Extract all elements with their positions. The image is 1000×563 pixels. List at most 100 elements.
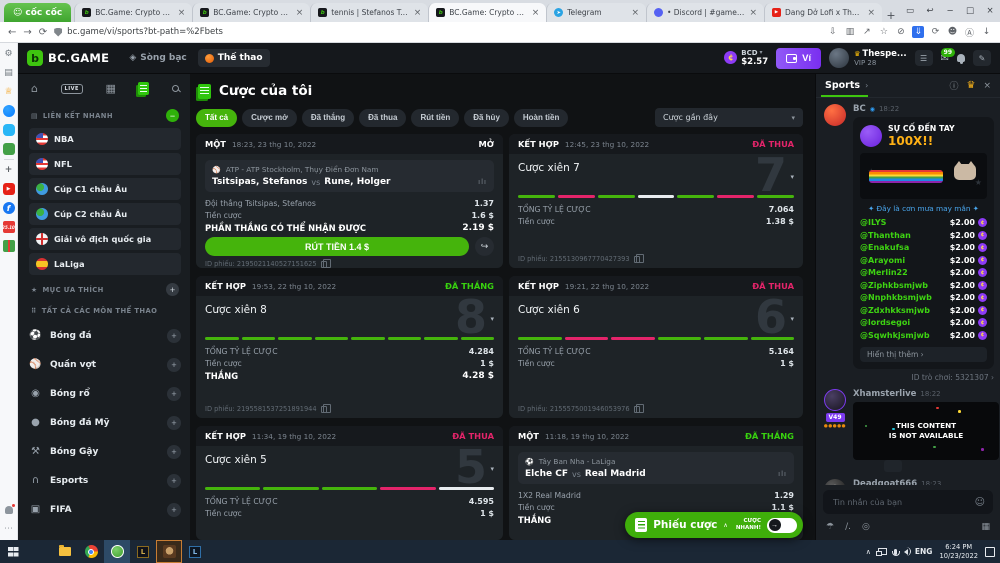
show-more-button[interactable]: Hiển thị thêm › [860,347,987,362]
nav-sports[interactable]: Thế thao [198,49,270,67]
combo-expander[interactable]: Cược xiên 8 ▾ [205,302,494,330]
winner-username[interactable]: @Sqwhkjsmjwb [860,331,930,340]
close-chat-icon[interactable]: × [983,81,991,91]
search-icon[interactable] [172,85,179,92]
bookmark-star-icon[interactable]: ☆ [878,27,889,37]
start-button[interactable] [0,540,26,563]
expand-sport-button[interactable]: + [167,329,181,343]
sort-dropdown[interactable]: Cược gần đây ▾ [655,108,803,127]
expand-sport-button[interactable]: + [167,416,181,430]
collapse-quick-links-button[interactable]: − [166,109,179,122]
combo-expander[interactable]: Cược xiên 6 ▾ [518,302,794,330]
match-panel[interactable]: ⚾ATP - ATP Stockholm, Thụy Điển Đơn Nam … [205,160,494,192]
volume-icon[interactable] [904,549,908,555]
sport-item[interactable]: ⚾ Quần vợt + [29,350,181,379]
taskbar-search[interactable] [26,540,52,563]
winner-username[interactable]: @ILYS [860,218,886,227]
filter-pill[interactable]: Rút tiền [411,109,459,127]
winner-username[interactable]: @Enakufsa [860,243,909,252]
chat-username[interactable]: BC [853,104,866,114]
menu-icon[interactable]: ☰ [915,50,933,66]
close-icon[interactable]: × [980,0,1000,22]
trophy-icon[interactable]: ♛ [966,80,975,91]
rain-icon[interactable]: ☂ [826,522,834,532]
download-manager-icon[interactable]: ⇓ [912,26,924,38]
file-explorer-app[interactable] [52,540,78,563]
profile-icon[interactable]: ☻ [947,27,958,37]
my-bets-icon[interactable] [138,82,149,95]
sidebar-divider[interactable] [4,159,14,160]
copy-icon[interactable] [634,256,640,263]
action-center-icon[interactable] [985,547,995,557]
coccoc-logo[interactable]: ☺ cốc cốc [4,3,71,22]
quick-link-item[interactable]: NFL [29,153,181,175]
combo-expander[interactable]: Cược xiên 5 ▾ [205,452,494,480]
schedule-icon[interactable]: ▦ [105,82,115,95]
filter-pill[interactable]: Cược mở [242,109,297,127]
reload-icon[interactable]: ⟳ [39,27,47,38]
tab-close-icon[interactable]: × [296,8,304,18]
chrome-app[interactable] [78,540,104,563]
expand-sport-button[interactable]: + [167,445,181,459]
bcgame-logo[interactable]: b BC.GAME [27,50,109,66]
match-panel[interactable]: ⚽Tây Ban Nha - LaLiga Elche CFvsReal Mad… [518,452,794,484]
wallet-button[interactable]: Ví [776,48,821,69]
quick-bet-toggle[interactable]: → [767,518,797,533]
winner-username[interactable]: @Merlin22 [860,268,908,277]
tab-close-icon[interactable]: × [532,8,540,18]
chat-username[interactable]: Deadgoat666 [853,479,917,485]
browser-tab[interactable]: b tennis | Stefanos Tsitsipa × [310,3,428,22]
crown-icon[interactable]: ♕ [3,86,15,98]
lol-app[interactable] [130,540,156,563]
currency-selector[interactable]: ¢ BCD▾ $2.57 [724,49,768,68]
game-app[interactable] [156,540,182,563]
downloads-icon[interactable]: ↓ [981,27,992,37]
tab-close-icon[interactable]: × [867,8,875,18]
lol-client-app[interactable] [182,540,208,563]
profile[interactable]: ♛Thespe... VIP 28 [829,48,907,68]
winner-username[interactable]: @Arayomi [860,256,905,265]
stats-icon[interactable]: ılı [778,470,787,478]
games-icon[interactable] [3,143,15,155]
live-icon[interactable]: LIVE [61,84,83,94]
coccoc-app[interactable] [104,540,130,563]
share-icon[interactable]: ↗ [861,27,872,37]
expand-sport-button[interactable]: + [167,474,181,488]
coccoc-account-icon[interactable]: Ⓐ [964,26,975,39]
translate-icon[interactable]: ▥ [844,27,855,37]
tab-overview-icon[interactable]: ▭ [900,0,920,22]
filter-pill[interactable]: Đã thắng [302,109,354,127]
zalo-icon[interactable] [3,124,15,136]
sync-icon[interactable]: ⟳ [930,27,941,37]
emoji-picker-icon[interactable]: ☺ [975,497,985,508]
betslip-button[interactable]: Phiếu cược ∧ CƯỢCNHANH! → [625,512,803,538]
add-icon[interactable]: + [3,164,15,176]
gift-icon[interactable] [3,240,15,252]
browser-tab[interactable]: b BC.Game: Crypto Casino × [428,3,546,22]
url-field[interactable]: bc.game/vi/sports?bt-path=%2Fbets [54,27,820,37]
restore-tab-icon[interactable]: ↩ [920,0,940,22]
add-favorite-button[interactable]: + [166,283,179,296]
chevron-right-icon[interactable]: › [865,81,868,90]
combo-expander[interactable]: Cược xiên 7 ▾ [518,160,794,188]
browser-tab[interactable]: b BC.Game: Crypto Casino × [192,3,310,22]
adblock-icon[interactable]: ⊘ [895,27,906,37]
filter-pill[interactable]: Đã thua [359,109,406,127]
winner-username[interactable]: @Nnphkbsmjwb [860,293,932,302]
winner-username[interactable]: @Thanthan [860,231,911,240]
messenger-icon[interactable] [3,105,15,117]
copy-icon[interactable] [321,261,327,268]
bell-icon[interactable] [957,54,965,62]
quick-link-item[interactable]: Giải vô địch quốc gia [29,228,181,250]
cashout-button[interactable]: RÚT TIỀN 1.4 $ [205,237,469,256]
expand-sport-button[interactable]: + [167,503,181,517]
filter-pill[interactable]: Hoàn tiền [514,109,568,127]
mail-icon[interactable]: ✉99 [941,53,949,64]
sport-item[interactable]: ◉ Bóng rổ + [29,379,181,408]
winner-username[interactable]: @Ziphkbsmjwb [860,281,928,290]
winner-username[interactable]: @lordsegoi [860,318,910,327]
copy-icon[interactable] [321,406,327,413]
expand-sport-button[interactable]: + [167,358,181,372]
tab-close-icon[interactable]: × [414,8,422,18]
home-icon[interactable]: ⌂ [31,82,38,95]
